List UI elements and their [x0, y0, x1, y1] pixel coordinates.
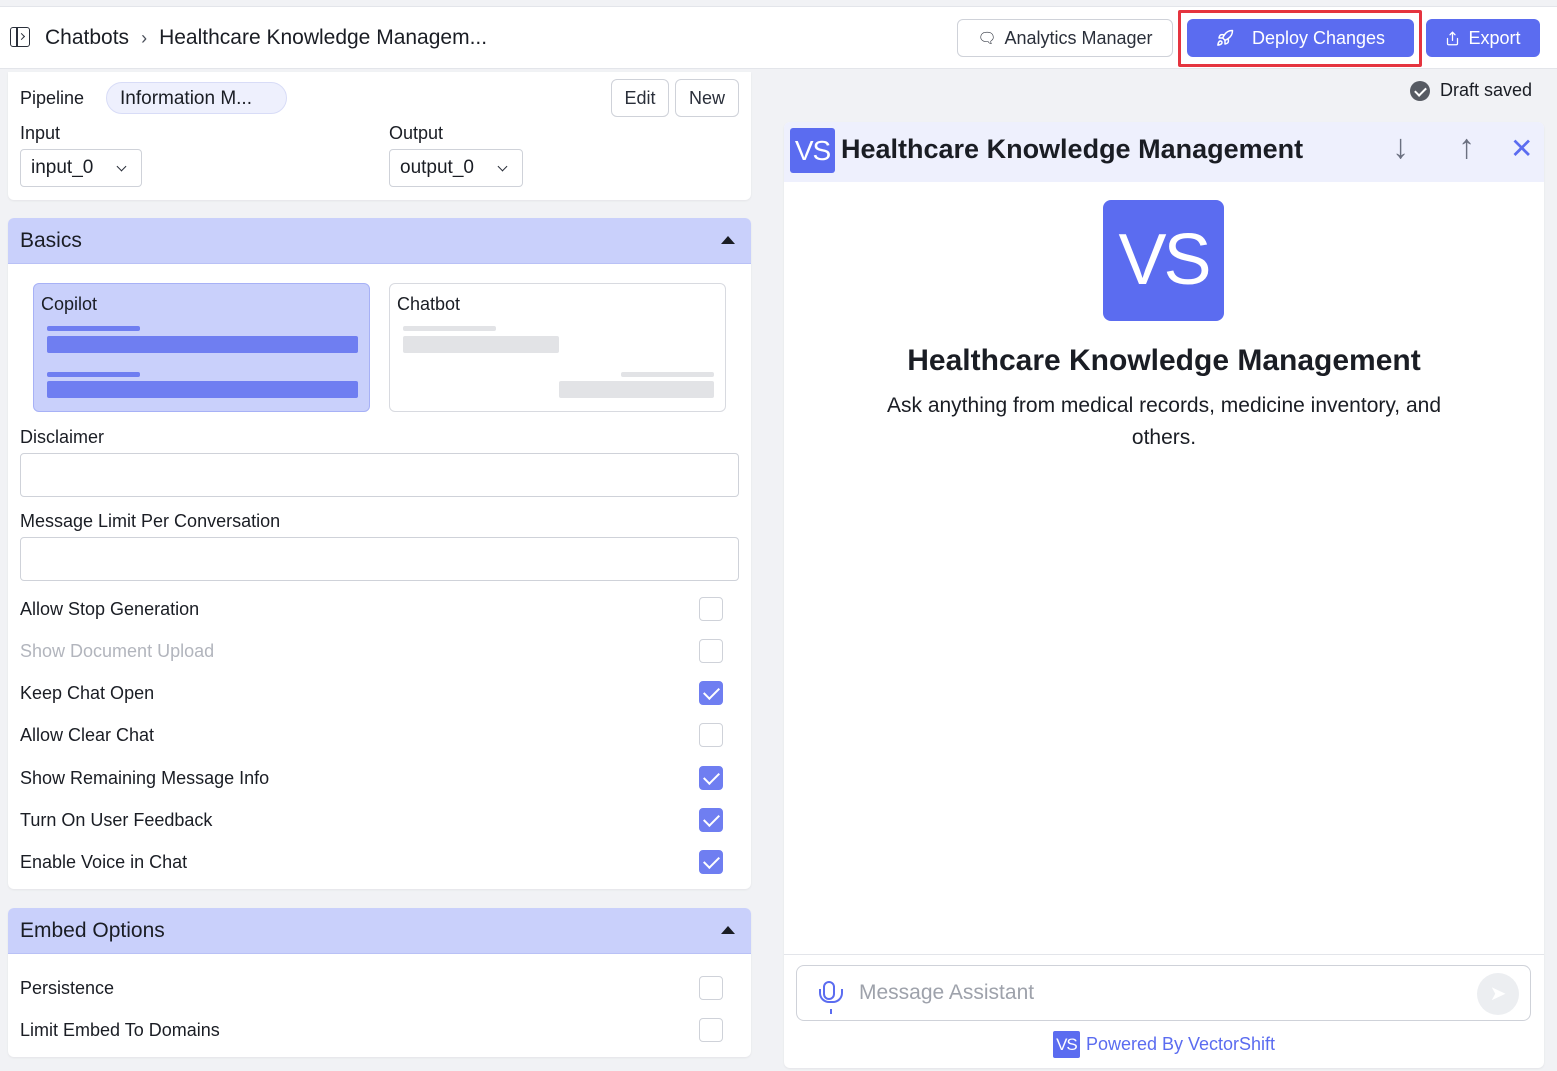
welcome-title: Healthcare Knowledge Management: [907, 344, 1421, 377]
deploy-highlight-box: [1178, 10, 1422, 67]
chevron-down-icon: [116, 161, 127, 172]
mode-option-label: Copilot: [41, 294, 98, 314]
limit-embed-to-domains-checkbox[interactable]: [699, 1018, 723, 1042]
edit-pipeline-button[interactable]: Edit: [611, 79, 669, 117]
preview-bubble: [47, 381, 358, 398]
message-input[interactable]: Message Assistant ➤: [796, 965, 1531, 1021]
draft-status: Draft saved: [1410, 80, 1532, 101]
disclaimer-label: Disclaimer: [20, 427, 105, 447]
powered-by[interactable]: VS Powered By VectorShift: [784, 1031, 1544, 1058]
breadcrumb: Chatbots › Healthcare Knowledge Managem.…: [45, 26, 487, 50]
option-label: Persistence: [20, 978, 115, 998]
check-circle-icon: [1410, 80, 1430, 101]
disclaimer-input[interactable]: [20, 453, 739, 497]
basics-header[interactable]: Basics: [8, 218, 751, 264]
option-label: Allow Clear Chat: [20, 725, 155, 745]
breadcrumb-chatbots[interactable]: Chatbots: [45, 26, 129, 50]
new-pipeline-button[interactable]: New: [675, 79, 739, 117]
option-show-document-upload: Show Document Upload: [20, 639, 723, 665]
export-label: Export: [1468, 27, 1521, 48]
output-select[interactable]: output_0: [389, 149, 523, 187]
preview-line: [47, 326, 140, 331]
breadcrumb-current: Healthcare Knowledge Managem...: [159, 26, 488, 49]
option-turn-on-user-feedback: Turn On User Feedback: [20, 808, 723, 834]
option-label: Allow Stop Generation: [20, 599, 200, 619]
welcome-subtitle: Ask anything from medical records, medic…: [886, 394, 1442, 449]
persistence-checkbox[interactable]: [699, 976, 723, 1000]
pipeline-label: Pipeline: [20, 88, 85, 108]
option-label: Turn On User Feedback: [20, 810, 213, 830]
message-placeholder: Message Assistant: [859, 981, 1035, 1004]
preview-bubble: [47, 336, 358, 353]
close-icon[interactable]: ✕: [1510, 132, 1533, 165]
basics-section: Basics Copilot Chatbot Disclaimer Messag…: [8, 218, 751, 889]
option-label: Show Remaining Message Info: [20, 768, 270, 788]
turn-on-user-feedback-checkbox[interactable]: [699, 808, 723, 832]
embed-options-header[interactable]: Embed Options: [8, 908, 751, 954]
sidebar-toggle-icon[interactable]: [10, 27, 30, 47]
preview-bubble: [403, 336, 559, 353]
send-icon[interactable]: ➤: [1477, 973, 1519, 1015]
option-label: Enable Voice in Chat: [20, 852, 188, 872]
option-label: Show Document Upload: [20, 641, 215, 661]
show-document-upload-checkbox[interactable]: [699, 639, 723, 663]
chat-preview: VS Healthcare Knowledge Management ↓ ↑ ✕…: [784, 122, 1544, 1068]
chevron-down-icon: [497, 161, 508, 172]
input-select[interactable]: input_0: [20, 149, 142, 187]
vectorshift-logo-small: VS: [1052, 1031, 1080, 1058]
top-bar: Chatbots › Healthcare Knowledge Managem.…: [0, 6, 1557, 69]
powered-by-text: Powered By VectorShift: [1085, 1034, 1276, 1054]
vectorshift-logo: VS: [790, 128, 835, 173]
option-label: Keep Chat Open: [20, 683, 155, 703]
caret-up-icon: [721, 926, 735, 934]
share-icon: [1447, 31, 1459, 45]
message-limit-label: Message Limit Per Conversation: [20, 511, 281, 531]
option-label: Limit Embed To Domains: [20, 1020, 220, 1040]
vectorshift-logo-large: VS: [1103, 200, 1224, 321]
analytics-manager-label: Analytics Manager: [1004, 27, 1153, 48]
input-label: Input: [20, 123, 61, 143]
divider: [784, 954, 1544, 955]
option-limit-embed-to-domains: Limit Embed To Domains: [20, 1018, 723, 1044]
caret-up-icon: [721, 236, 735, 244]
option-persistence: Persistence: [20, 976, 723, 1002]
option-allow-clear-chat: Allow Clear Chat: [20, 723, 723, 749]
breadcrumb-separator: ›: [141, 27, 148, 48]
chat-title: Healthcare Knowledge Management: [841, 134, 1304, 164]
input-select-value: input_0: [31, 157, 94, 178]
option-keep-chat-open: Keep Chat Open: [20, 681, 723, 707]
preview-line: [47, 372, 140, 377]
basics-title: Basics: [20, 229, 82, 252]
option-allow-stop-generation: Allow Stop Generation: [20, 597, 723, 623]
export-button[interactable]: Export: [1426, 19, 1540, 57]
keep-chat-open-checkbox[interactable]: [699, 681, 723, 705]
pipeline-selector[interactable]: Information M...: [106, 82, 287, 114]
enable-voice-in-chat-checkbox[interactable]: [699, 850, 723, 874]
arrow-down-icon[interactable]: ↓: [1392, 128, 1409, 167]
message-limit-input[interactable]: [20, 537, 739, 581]
mode-option-copilot[interactable]: Copilot: [33, 283, 370, 412]
preview-bubble: [559, 381, 714, 398]
microphone-icon[interactable]: [819, 981, 843, 1003]
show-remaining-message-info-checkbox[interactable]: [699, 766, 723, 790]
embed-options-section: Embed Options Persistence Limit Embed To…: [8, 908, 751, 1057]
output-label: Output: [389, 123, 444, 143]
option-enable-voice-in-chat: Enable Voice in Chat: [20, 850, 723, 876]
allow-stop-generation-checkbox[interactable]: [699, 597, 723, 621]
mode-option-label: Chatbot: [397, 294, 461, 314]
arrow-up-icon[interactable]: ↑: [1458, 128, 1475, 167]
option-show-remaining-message-info: Show Remaining Message Info: [20, 766, 723, 792]
draft-status-text: Draft saved: [1440, 80, 1533, 100]
chat-header: VS Healthcare Knowledge Management ↓ ↑ ✕: [784, 122, 1544, 182]
analytics-manager-button[interactable]: 🗨 Analytics Manager: [957, 19, 1173, 57]
pipeline-card: Pipeline Information M... Edit New Input…: [8, 72, 751, 200]
output-select-value: output_0: [400, 157, 474, 178]
embed-options-title: Embed Options: [20, 919, 165, 942]
preview-line: [403, 326, 496, 331]
allow-clear-chat-checkbox[interactable]: [699, 723, 723, 747]
mode-option-chatbot[interactable]: Chatbot: [389, 283, 726, 412]
preview-line: [621, 372, 714, 377]
chat-bubbles-icon: 🗨: [977, 30, 997, 47]
microphone-stem: [830, 1009, 832, 1014]
